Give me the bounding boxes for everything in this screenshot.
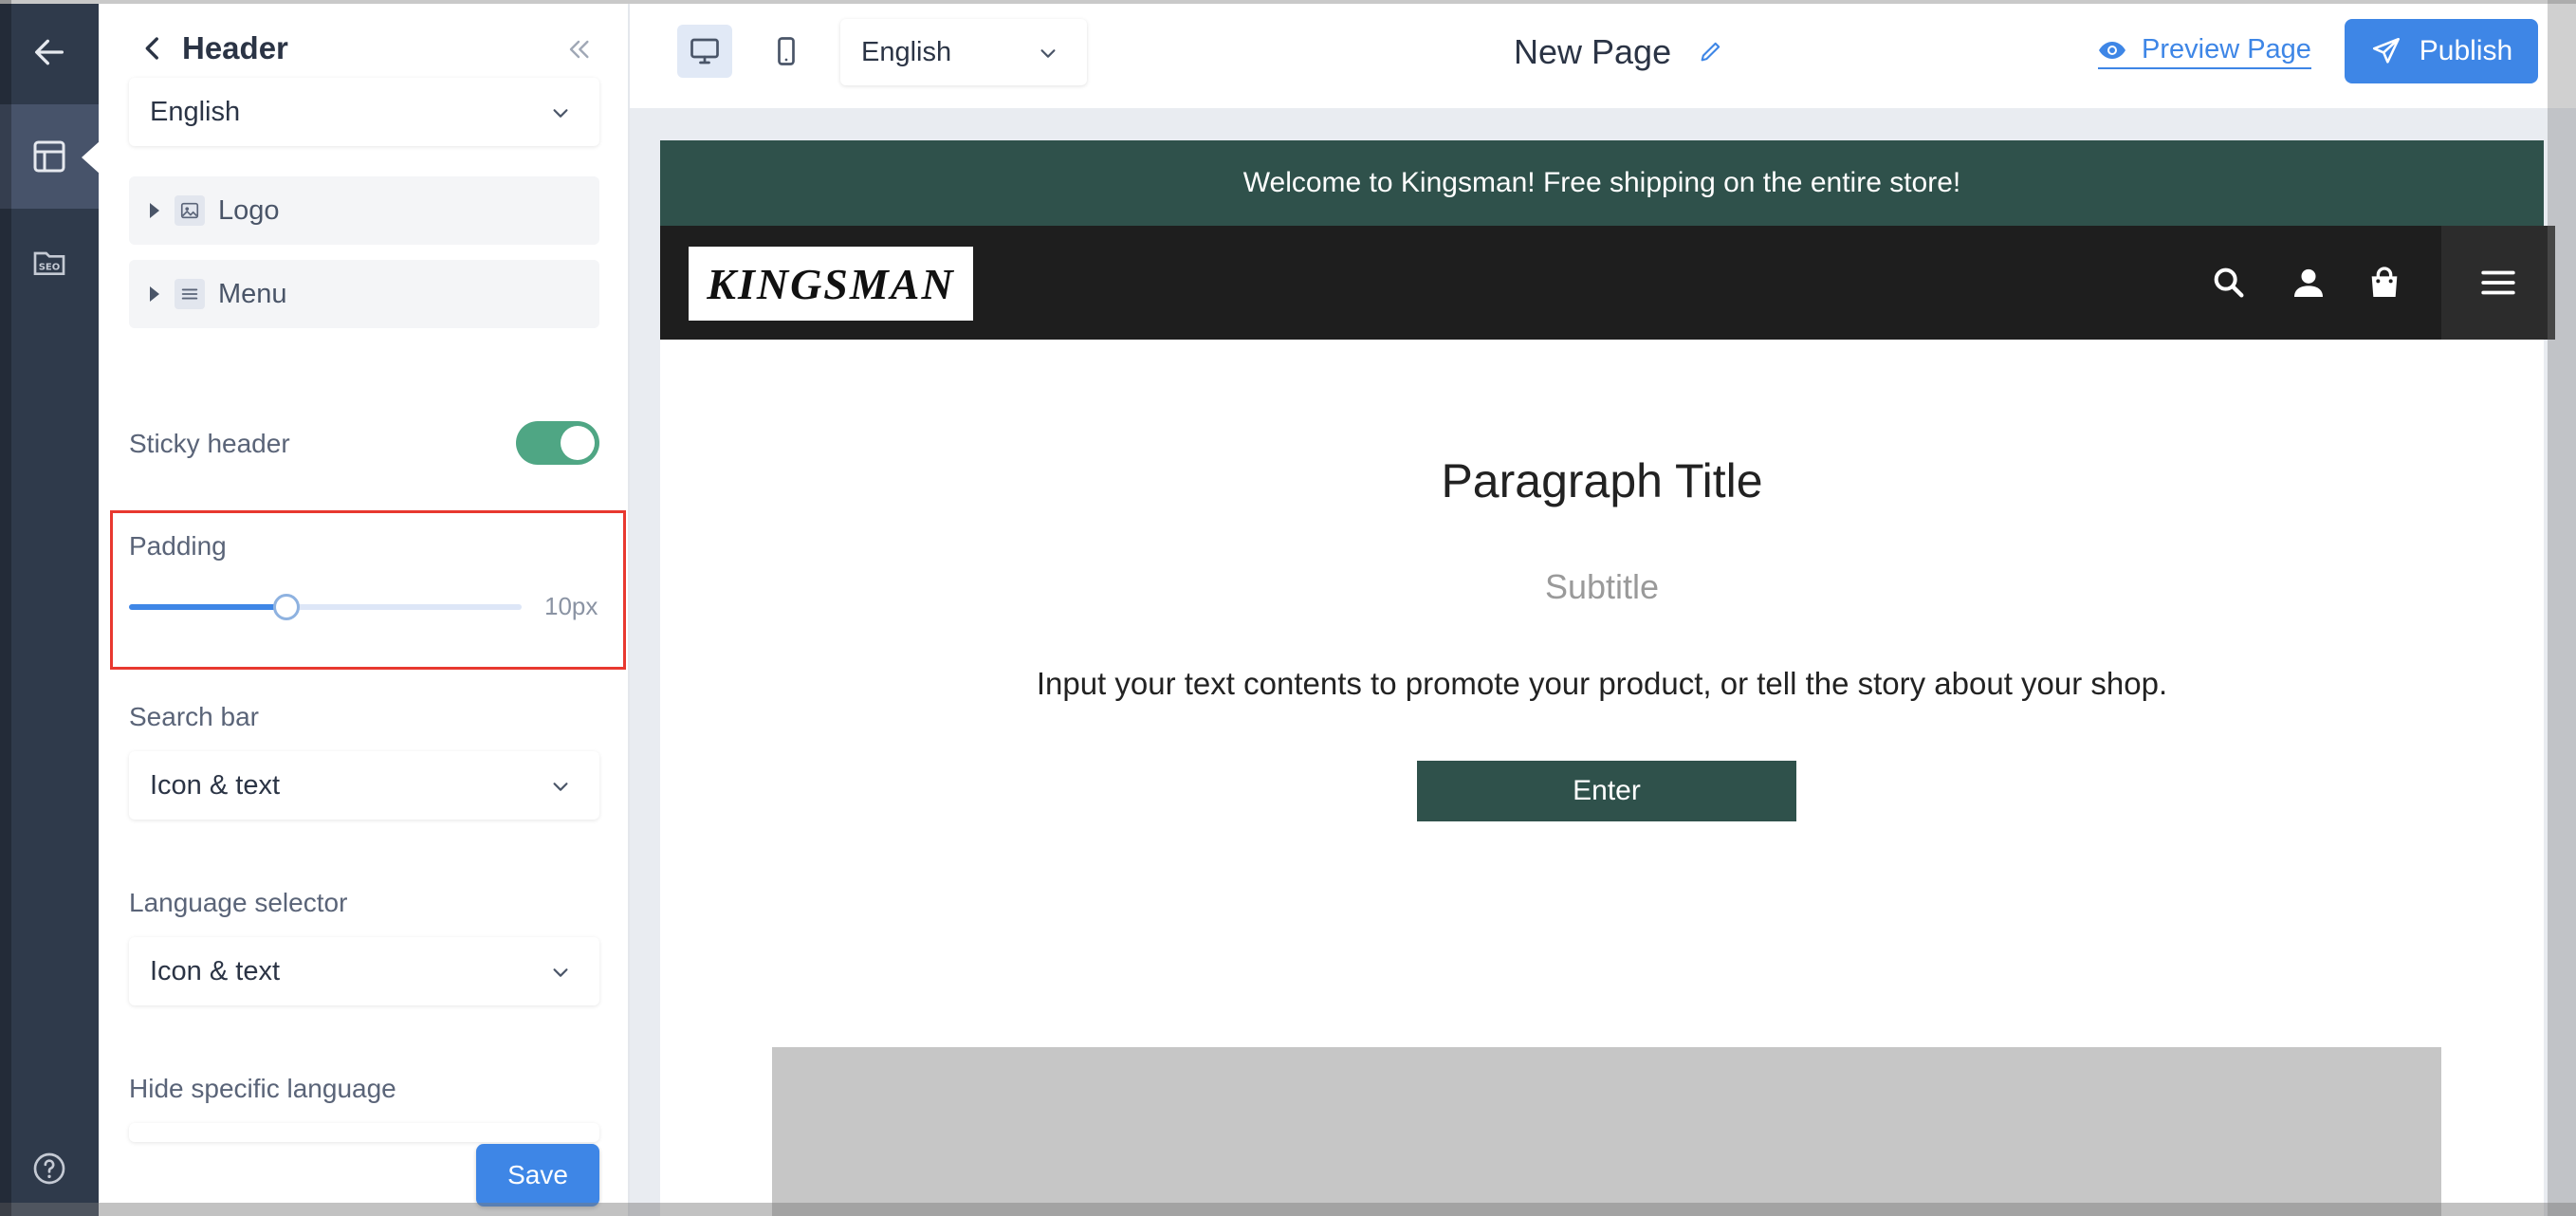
pencil-icon[interactable] xyxy=(1698,38,1724,64)
frame-bottom-edge xyxy=(0,1203,2576,1216)
shopping-bag-icon[interactable] xyxy=(2365,264,2403,302)
site-header[interactable]: KINGSMAN xyxy=(660,226,2555,340)
mobile-view-button[interactable] xyxy=(759,25,814,78)
tree-item-label: Logo xyxy=(218,195,280,226)
image-placeholder[interactable] xyxy=(772,1047,2441,1216)
frame-left-edge xyxy=(0,0,11,1216)
panel-language-select[interactable]: English xyxy=(129,78,599,146)
padding-highlight-box xyxy=(110,510,626,670)
svg-text:SEO: SEO xyxy=(39,263,61,273)
sticky-header-label: Sticky header xyxy=(129,429,290,458)
language-selector-select[interactable]: Icon & text xyxy=(129,937,599,1005)
chevron-down-icon xyxy=(553,783,568,791)
help-button[interactable] xyxy=(0,1119,99,1216)
save-button[interactable]: Save xyxy=(476,1144,599,1207)
hide-language-label: Hide specific language xyxy=(129,1074,396,1103)
user-icon[interactable] xyxy=(2290,264,2328,302)
back-arrow-icon xyxy=(35,39,64,65)
toolbar-language-select[interactable]: English xyxy=(840,19,1087,85)
panel-language-value: English xyxy=(150,96,241,127)
tree-item-menu[interactable]: Menu xyxy=(129,260,599,328)
chevron-left-icon[interactable] xyxy=(137,32,169,64)
desktop-icon xyxy=(690,38,719,64)
chevron-down-icon xyxy=(553,109,568,118)
collapse-icon[interactable] xyxy=(563,34,594,64)
toggle-knob xyxy=(561,426,595,460)
preview-page-label: Preview Page xyxy=(2142,34,2311,64)
seo-icon: SEO xyxy=(33,251,65,275)
tree-item-logo[interactable]: Logo xyxy=(129,176,599,245)
preview-page-link[interactable]: Preview Page xyxy=(2098,34,2311,69)
frame-right-edge xyxy=(2548,0,2576,1216)
search-bar-select[interactable]: Icon & text xyxy=(129,751,599,820)
enter-button[interactable]: Enter xyxy=(1417,761,1796,821)
tree-item-label: Menu xyxy=(218,279,287,309)
eye-icon xyxy=(2099,41,2125,59)
frame-top-edge xyxy=(0,0,2576,4)
panel-title: Header xyxy=(182,30,288,65)
language-selector-label: Language selector xyxy=(129,888,348,917)
hide-language-select[interactable] xyxy=(129,1123,599,1142)
chevron-down-icon xyxy=(1040,49,1056,58)
page-title: New Page xyxy=(1514,32,1672,71)
site-logo[interactable]: KINGSMAN xyxy=(689,247,973,321)
paragraph-subtitle[interactable]: Subtitle xyxy=(660,567,2544,607)
toolbar-language-value: English xyxy=(861,36,952,67)
page-preview-canvas: Welcome to Kingsman! Free shipping on th… xyxy=(660,140,2555,1216)
menu-lines-icon xyxy=(175,279,205,309)
publish-label: Publish xyxy=(2419,35,2513,66)
search-bar-value: Icon & text xyxy=(150,769,281,801)
sticky-header-toggle[interactable] xyxy=(516,421,599,465)
paragraph-title[interactable]: Paragraph Title xyxy=(660,453,2544,508)
paragraph-body[interactable]: Input your text contents to promote your… xyxy=(660,666,2544,702)
exit-editor-button[interactable] xyxy=(0,0,99,104)
publish-button[interactable]: Publish xyxy=(2345,19,2538,83)
menu-toggle-button[interactable] xyxy=(2441,226,2555,340)
active-rail-pointer xyxy=(82,140,101,175)
caret-right-icon xyxy=(150,203,159,218)
caret-right-icon xyxy=(150,286,159,302)
rail-seo-button[interactable]: SEO xyxy=(0,211,99,315)
search-bar-label: Search bar xyxy=(129,702,259,731)
language-selector-value: Icon & text xyxy=(150,955,281,986)
announcement-text: Welcome to Kingsman! Free shipping on th… xyxy=(1242,167,1961,198)
help-icon xyxy=(33,1152,65,1185)
send-icon xyxy=(2372,37,2400,64)
layout-icon xyxy=(33,140,65,173)
announcement-bar[interactable]: Welcome to Kingsman! Free shipping on th… xyxy=(660,140,2544,226)
hamburger-icon xyxy=(2481,270,2515,295)
chevron-down-icon xyxy=(553,968,568,977)
image-icon xyxy=(175,195,205,226)
search-icon[interactable] xyxy=(2210,264,2248,302)
left-rail: SEO xyxy=(0,0,99,1216)
top-toolbar: English New Page Preview Page Publish xyxy=(630,0,2576,108)
mobile-icon xyxy=(778,37,795,65)
desktop-view-button[interactable] xyxy=(677,25,732,78)
